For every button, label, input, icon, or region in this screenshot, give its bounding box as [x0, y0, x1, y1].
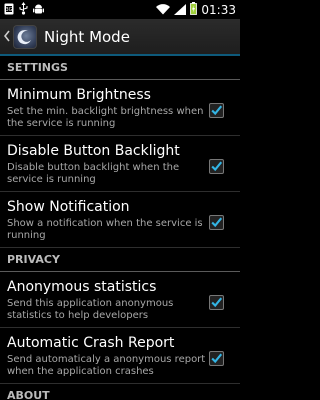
action-bar: Night Mode: [0, 19, 240, 56]
status-bar: 3G 01:33: [0, 0, 240, 19]
pref-disable-button-backlight[interactable]: Disable Button Backlight Disable button …: [0, 136, 240, 192]
page-title: Night Mode: [44, 27, 130, 46]
checkmark-icon: [211, 105, 223, 116]
up-button[interactable]: [2, 18, 12, 55]
checkmark-icon: [211, 161, 223, 172]
android-icon: [33, 0, 44, 19]
app-logo-icon[interactable]: [13, 24, 37, 49]
pref-anonymous-statistics[interactable]: Anonymous statistics Send this applicati…: [0, 272, 240, 328]
pref-title: Minimum Brightness: [7, 87, 151, 103]
checkbox[interactable]: [209, 351, 224, 366]
svg-text:3G: 3G: [5, 7, 12, 13]
section-header-settings: SETTINGS: [0, 56, 240, 80]
pref-summary: Send automaticaly a anonymous report whe…: [7, 354, 206, 377]
chevron-left-icon: [3, 27, 10, 46]
checkbox[interactable]: [209, 103, 224, 118]
sim-card-icon: 3G: [4, 0, 14, 19]
pref-title: Show Notification: [7, 199, 130, 215]
pref-show-notification[interactable]: Show Notification Show a notification wh…: [0, 192, 240, 248]
pref-summary: Set the min. backlight brightness when t…: [7, 106, 204, 129]
section-header-privacy: PRIVACY: [0, 248, 240, 272]
checkbox[interactable]: [209, 295, 224, 310]
pref-title: Disable Button Backlight: [7, 143, 180, 159]
pref-automatic-crash-report[interactable]: Automatic Crash Report Send automaticaly…: [0, 328, 240, 384]
pref-summary: Show a notification when the service is …: [7, 218, 203, 241]
pref-summary: Disable button backlight when the servic…: [7, 162, 180, 185]
section-header-about: ABOUT: [0, 384, 240, 400]
status-time: 01:33: [201, 2, 236, 17]
usb-icon: [19, 0, 28, 19]
checkmark-icon: [211, 217, 223, 228]
pref-title: Anonymous statistics: [7, 279, 157, 295]
battery-icon: [190, 0, 198, 19]
pref-summary: Send this application anonymous statisti…: [7, 298, 174, 321]
checkmark-icon: [211, 353, 223, 364]
pref-minimum-brightness[interactable]: Minimum Brightness Set the min. backligh…: [0, 80, 240, 136]
checkbox[interactable]: [209, 215, 224, 230]
checkbox[interactable]: [209, 159, 224, 174]
checkmark-icon: [211, 297, 223, 308]
wifi-icon: [156, 0, 171, 19]
signal-icon: [174, 0, 187, 19]
pref-title: Automatic Crash Report: [7, 335, 175, 351]
preferences-list[interactable]: SETTINGS Minimum Brightness Set the min.…: [0, 56, 240, 400]
